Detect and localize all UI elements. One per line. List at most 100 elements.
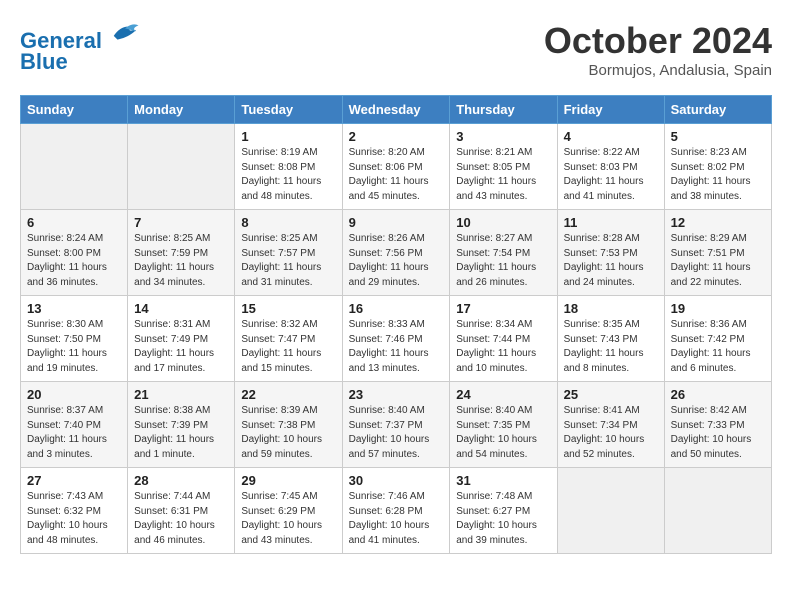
- day-number: 5: [671, 129, 765, 144]
- calendar-cell: 6 Sunrise: 8:24 AMSunset: 8:00 PMDaylight…: [21, 210, 128, 296]
- calendar-cell: [128, 124, 235, 210]
- day-info: Sunrise: 8:23 AMSunset: 8:02 PMDaylight:…: [671, 146, 765, 204]
- day-info: Sunrise: 8:20 AMSunset: 8:06 PMDaylight:…: [349, 146, 444, 204]
- day-number: 4: [564, 129, 658, 144]
- day-info: Sunrise: 8:29 AMSunset: 7:51 PMDaylight:…: [671, 232, 765, 290]
- day-number: 1: [241, 129, 335, 144]
- calendar-week-row: 1 Sunrise: 8:19 AMSunset: 8:08 PMDaylight…: [21, 124, 772, 210]
- day-number: 20: [27, 387, 121, 402]
- day-number: 8: [241, 215, 335, 230]
- calendar-cell: 26 Sunrise: 8:42 AMSunset: 7:33 PMDayligh…: [664, 382, 771, 468]
- day-info: Sunrise: 8:40 AMSunset: 7:35 PMDaylight:…: [456, 404, 550, 462]
- page-header: General Blue October 2024 Bormujos, Anda…: [20, 20, 772, 79]
- day-info: Sunrise: 8:26 AMSunset: 7:56 PMDaylight:…: [349, 232, 444, 290]
- day-info: Sunrise: 8:28 AMSunset: 7:53 PMDaylight:…: [564, 232, 658, 290]
- calendar-cell: 19 Sunrise: 8:36 AMSunset: 7:42 PMDayligh…: [664, 296, 771, 382]
- calendar-cell: 10Sunrise: 8:27 AMSunset: 7:54 PMDayligh…: [450, 210, 557, 296]
- calendar-cell: [21, 124, 128, 210]
- calendar-cell: 2 Sunrise: 8:20 AMSunset: 8:06 PMDaylight…: [342, 124, 450, 210]
- day-info: Sunrise: 8:42 AMSunset: 7:33 PMDaylight:…: [671, 404, 765, 462]
- calendar-week-row: 27 Sunrise: 7:43 AMSunset: 6:32 PMDayligh…: [21, 468, 772, 554]
- day-info: Sunrise: 8:24 AMSunset: 8:00 PMDaylight:…: [27, 232, 121, 290]
- col-header-friday: Friday: [557, 96, 664, 124]
- col-header-tuesday: Tuesday: [235, 96, 342, 124]
- day-number: 28: [134, 473, 228, 488]
- day-number: 18: [564, 301, 658, 316]
- logo: General Blue: [20, 20, 140, 75]
- day-number: 21: [134, 387, 228, 402]
- day-info: Sunrise: 8:38 AMSunset: 7:39 PMDaylight:…: [134, 404, 228, 462]
- calendar-cell: 5 Sunrise: 8:23 AMSunset: 8:02 PMDaylight…: [664, 124, 771, 210]
- calendar-cell: 15Sunrise: 8:32 AMSunset: 7:47 PMDayligh…: [235, 296, 342, 382]
- calendar-cell: 17 Sunrise: 8:34 AMSunset: 7:44 PMDayligh…: [450, 296, 557, 382]
- day-info: Sunrise: 8:34 AMSunset: 7:44 PMDaylight:…: [456, 318, 550, 376]
- calendar-cell: 20 Sunrise: 8:37 AMSunset: 7:40 PMDayligh…: [21, 382, 128, 468]
- day-info: Sunrise: 8:22 AMSunset: 8:03 PMDaylight:…: [564, 146, 658, 204]
- calendar-cell: 16 Sunrise: 8:33 AMSunset: 7:46 PMDayligh…: [342, 296, 450, 382]
- day-info: Sunrise: 8:30 AMSunset: 7:50 PMDaylight:…: [27, 318, 121, 376]
- day-info: Sunrise: 7:44 AMSunset: 6:31 PMDaylight:…: [134, 490, 228, 548]
- calendar-cell: 14Sunrise: 8:31 AMSunset: 7:49 PMDayligh…: [128, 296, 235, 382]
- calendar-cell: 13 Sunrise: 8:30 AMSunset: 7:50 PMDayligh…: [21, 296, 128, 382]
- day-info: Sunrise: 8:33 AMSunset: 7:46 PMDaylight:…: [349, 318, 444, 376]
- day-number: 13: [27, 301, 121, 316]
- day-number: 19: [671, 301, 765, 316]
- day-info: Sunrise: 8:32 AMSunset: 7:47 PMDaylight:…: [241, 318, 335, 376]
- day-info: Sunrise: 8:36 AMSunset: 7:42 PMDaylight:…: [671, 318, 765, 376]
- calendar-cell: 31 Sunrise: 7:48 AMSunset: 6:27 PMDayligh…: [450, 468, 557, 554]
- calendar-cell: 24Sunrise: 8:40 AMSunset: 7:35 PMDayligh…: [450, 382, 557, 468]
- calendar-cell: [664, 468, 771, 554]
- calendar-cell: 9 Sunrise: 8:26 AMSunset: 7:56 PMDaylight…: [342, 210, 450, 296]
- day-info: Sunrise: 7:48 AMSunset: 6:27 PMDaylight:…: [456, 490, 550, 548]
- calendar-week-row: 20 Sunrise: 8:37 AMSunset: 7:40 PMDayligh…: [21, 382, 772, 468]
- day-info: Sunrise: 8:40 AMSunset: 7:37 PMDaylight:…: [349, 404, 444, 462]
- day-number: 16: [349, 301, 444, 316]
- day-number: 6: [27, 215, 121, 230]
- calendar-cell: 8 Sunrise: 8:25 AMSunset: 7:57 PMDaylight…: [235, 210, 342, 296]
- calendar-cell: 1 Sunrise: 8:19 AMSunset: 8:08 PMDaylight…: [235, 124, 342, 210]
- calendar-cell: 4 Sunrise: 8:22 AMSunset: 8:03 PMDaylight…: [557, 124, 664, 210]
- day-number: 11: [564, 215, 658, 230]
- day-number: 17: [456, 301, 550, 316]
- title-block: October 2024 Bormujos, Andalusia, Spain: [544, 20, 772, 79]
- col-header-saturday: Saturday: [664, 96, 771, 124]
- day-number: 29: [241, 473, 335, 488]
- day-number: 3: [456, 129, 550, 144]
- day-number: 7: [134, 215, 228, 230]
- day-info: Sunrise: 8:21 AMSunset: 8:05 PMDaylight:…: [456, 146, 550, 204]
- location: Bormujos, Andalusia, Spain: [544, 62, 772, 79]
- calendar-cell: 7Sunrise: 8:25 AMSunset: 7:59 PMDaylight…: [128, 210, 235, 296]
- day-number: 2: [349, 129, 444, 144]
- day-info: Sunrise: 8:19 AMSunset: 8:08 PMDaylight:…: [241, 146, 335, 204]
- calendar-header-row: SundayMondayTuesdayWednesdayThursdayFrid…: [21, 96, 772, 124]
- day-number: 22: [241, 387, 335, 402]
- day-number: 10: [456, 215, 550, 230]
- day-info: Sunrise: 8:35 AMSunset: 7:43 PMDaylight:…: [564, 318, 658, 376]
- calendar-cell: 3 Sunrise: 8:21 AMSunset: 8:05 PMDaylight…: [450, 124, 557, 210]
- day-number: 30: [349, 473, 444, 488]
- logo-bird-icon: [110, 20, 140, 48]
- day-number: 23: [349, 387, 444, 402]
- day-info: Sunrise: 7:43 AMSunset: 6:32 PMDaylight:…: [27, 490, 121, 548]
- calendar-table: SundayMondayTuesdayWednesdayThursdayFrid…: [20, 95, 772, 554]
- day-number: 26: [671, 387, 765, 402]
- calendar-cell: 28 Sunrise: 7:44 AMSunset: 6:31 PMDayligh…: [128, 468, 235, 554]
- calendar-cell: 23 Sunrise: 8:40 AMSunset: 7:37 PMDayligh…: [342, 382, 450, 468]
- col-header-sunday: Sunday: [21, 96, 128, 124]
- calendar-cell: 18 Sunrise: 8:35 AMSunset: 7:43 PMDayligh…: [557, 296, 664, 382]
- day-number: 25: [564, 387, 658, 402]
- day-info: Sunrise: 8:37 AMSunset: 7:40 PMDaylight:…: [27, 404, 121, 462]
- day-number: 27: [27, 473, 121, 488]
- calendar-cell: 27 Sunrise: 7:43 AMSunset: 6:32 PMDayligh…: [21, 468, 128, 554]
- calendar-cell: 12Sunrise: 8:29 AMSunset: 7:51 PMDayligh…: [664, 210, 771, 296]
- day-number: 31: [456, 473, 550, 488]
- day-info: Sunrise: 8:25 AMSunset: 7:57 PMDaylight:…: [241, 232, 335, 290]
- calendar-cell: 29Sunrise: 7:45 AMSunset: 6:29 PMDayligh…: [235, 468, 342, 554]
- day-number: 9: [349, 215, 444, 230]
- calendar-cell: 22 Sunrise: 8:39 AMSunset: 7:38 PMDayligh…: [235, 382, 342, 468]
- day-info: Sunrise: 8:39 AMSunset: 7:38 PMDaylight:…: [241, 404, 335, 462]
- day-info: Sunrise: 8:41 AMSunset: 7:34 PMDaylight:…: [564, 404, 658, 462]
- col-header-monday: Monday: [128, 96, 235, 124]
- day-info: Sunrise: 7:46 AMSunset: 6:28 PMDaylight:…: [349, 490, 444, 548]
- month-title: October 2024: [544, 20, 772, 62]
